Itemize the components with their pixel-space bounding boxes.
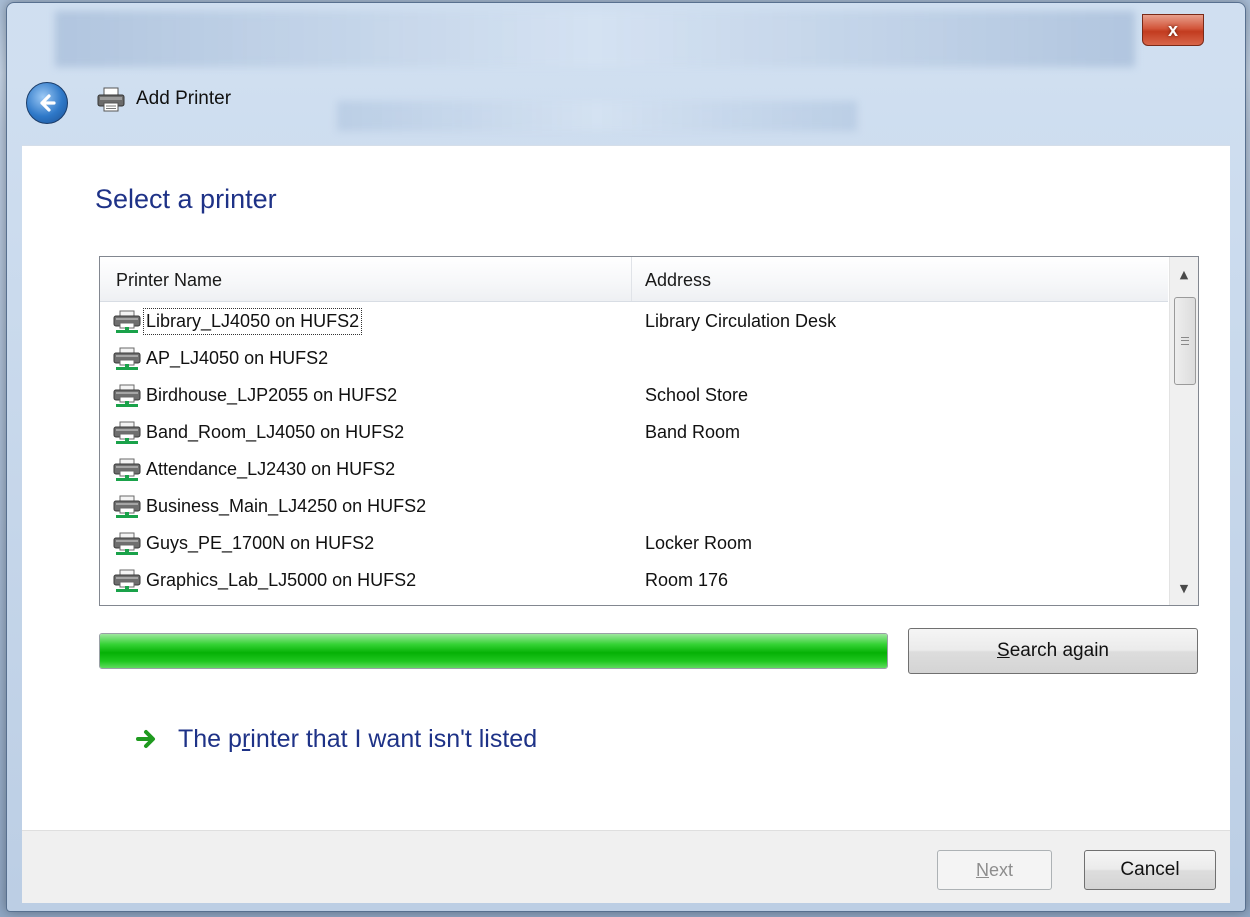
network-printer-icon bbox=[113, 495, 141, 519]
printer-name: Graphics_Lab_LJ5000 on HUFS2 bbox=[146, 570, 417, 590]
network-printer-icon bbox=[113, 347, 141, 371]
triangle-down-icon: ▼ bbox=[1179, 581, 1189, 595]
back-arrow-icon bbox=[40, 94, 56, 112]
network-printer-icon bbox=[113, 310, 141, 334]
link-label: The printer that I want isn't listed bbox=[178, 725, 537, 754]
progress-fill bbox=[100, 634, 887, 668]
printer-address: Room 176 bbox=[645, 570, 729, 590]
table-row[interactable]: Guys_PE_1700N on HUFS2 Locker Room bbox=[100, 525, 1168, 562]
table-row[interactable]: Attendance_LJ2430 on HUFS2 bbox=[100, 451, 1168, 488]
close-icon: x bbox=[1167, 19, 1178, 40]
search-progress-bar bbox=[99, 633, 888, 669]
triangle-up-icon: ▲ bbox=[1179, 267, 1189, 281]
table-row[interactable]: AP_LJ4050 on HUFS2 bbox=[100, 340, 1168, 377]
printer-address: Band Room bbox=[645, 422, 741, 442]
vertical-scrollbar[interactable]: ▲ ▼ bbox=[1169, 257, 1198, 605]
column-divider[interactable] bbox=[631, 257, 632, 301]
network-printer-icon bbox=[113, 384, 141, 408]
table-row[interactable]: Business_Main_LJ4250 on HUFS2 bbox=[100, 488, 1168, 525]
printer-address: School Store bbox=[645, 385, 749, 405]
search-again-button[interactable]: Search again bbox=[908, 628, 1198, 674]
cancel-button[interactable]: Cancel bbox=[1084, 850, 1216, 890]
wizard-content: Select a printer Printer Name Address Li… bbox=[22, 145, 1230, 831]
scroll-up-button[interactable]: ▲ bbox=[1170, 259, 1198, 289]
access-key: N bbox=[975, 859, 989, 880]
printer-not-listed-link[interactable]: The printer that I want isn't listed bbox=[134, 719, 537, 759]
printer-name: AP_LJ4050 on HUFS2 bbox=[146, 348, 329, 368]
printer-address: Library Circulation Desk bbox=[645, 311, 837, 331]
page-title: Select a printer bbox=[95, 184, 277, 214]
printer-list[interactable]: Printer Name Address Library_LJ4050 on H… bbox=[99, 256, 1199, 606]
printer-name: Birdhouse_LJP2055 on HUFS2 bbox=[146, 385, 398, 405]
network-printer-icon bbox=[113, 421, 141, 445]
link-label-part: inter that I want isn't listed bbox=[250, 724, 538, 753]
button-label-part: earch again bbox=[1009, 640, 1109, 661]
printer-name: Library_LJ4050 on HUFS2 bbox=[142, 308, 363, 335]
printer-address: Locker Room bbox=[645, 533, 753, 553]
printer-name: Business_Main_LJ4250 on HUFS2 bbox=[146, 496, 427, 516]
back-button[interactable] bbox=[26, 82, 68, 124]
green-arrow-icon bbox=[135, 727, 159, 751]
table-row[interactable]: Graphics_Lab_LJ5000 on HUFS2 Room 176 bbox=[100, 562, 1168, 599]
printer-rows: Library_LJ4050 on HUFS2 Library Circulat… bbox=[100, 303, 1168, 599]
printer-name: Guys_PE_1700N on HUFS2 bbox=[146, 533, 375, 553]
network-printer-icon bbox=[113, 569, 141, 593]
column-header-address[interactable]: Address bbox=[645, 257, 1145, 301]
blurred-background-address-bar bbox=[55, 11, 1135, 67]
printer-name: Band_Room_LJ4050 on HUFS2 bbox=[146, 422, 405, 442]
column-header-printer-name[interactable]: Printer Name bbox=[116, 257, 628, 301]
blurred-background-toolbar bbox=[337, 101, 857, 131]
network-printer-icon bbox=[113, 458, 141, 482]
printer-icon bbox=[97, 87, 125, 112]
wizard-footer: Next Cancel bbox=[22, 830, 1230, 903]
network-printer-icon bbox=[113, 532, 141, 556]
scrollbar-thumb[interactable] bbox=[1174, 297, 1196, 385]
close-button[interactable]: x bbox=[1142, 14, 1204, 46]
next-button[interactable]: Next bbox=[937, 850, 1052, 890]
list-header: Printer Name Address bbox=[100, 257, 1168, 302]
table-row[interactable]: Library_LJ4050 on HUFS2 Library Circulat… bbox=[100, 303, 1168, 340]
link-label-part: The p bbox=[178, 724, 242, 753]
scroll-down-button[interactable]: ▼ bbox=[1170, 573, 1198, 603]
grip-icon bbox=[1181, 337, 1189, 345]
access-key: S bbox=[997, 640, 1010, 661]
table-row[interactable]: Birdhouse_LJP2055 on HUFS2 School Store bbox=[100, 377, 1168, 414]
table-row[interactable]: Band_Room_LJ4050 on HUFS2 Band Room bbox=[100, 414, 1168, 451]
window-title: Add Printer bbox=[136, 88, 232, 109]
button-label-part: ext bbox=[988, 859, 1013, 880]
printer-name: Attendance_LJ2430 on HUFS2 bbox=[146, 459, 396, 479]
